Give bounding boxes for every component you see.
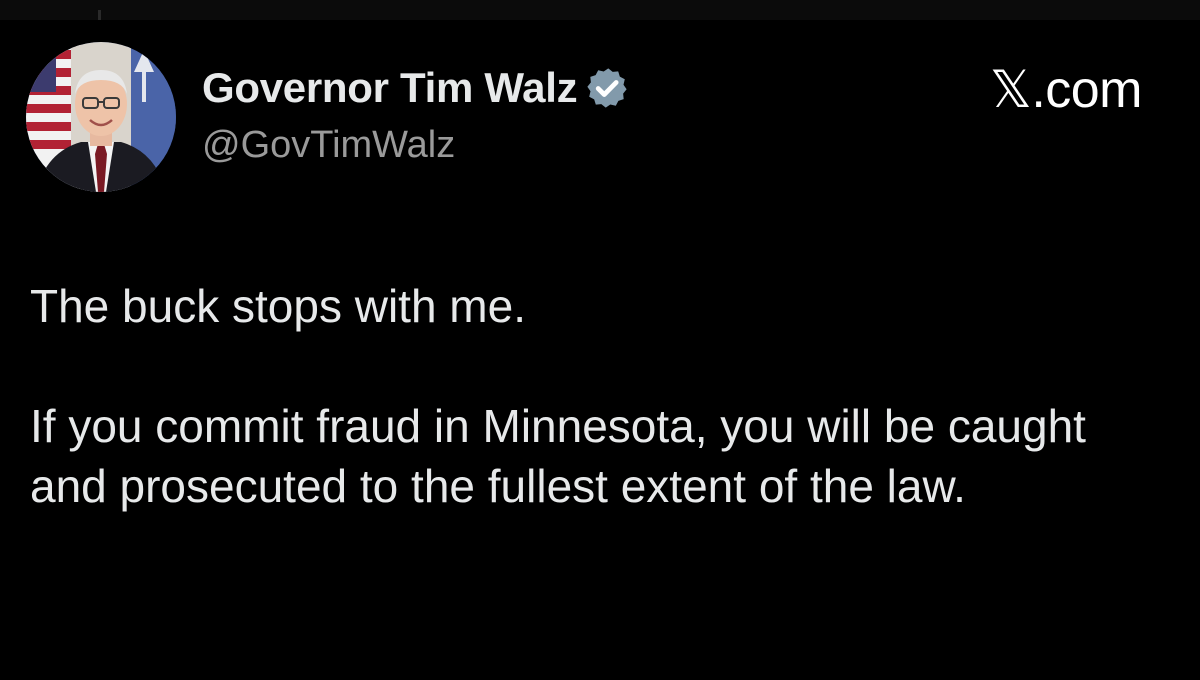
top-strip (0, 0, 1200, 20)
avatar-image (26, 42, 176, 192)
author-name-row: Governor Tim Walz (202, 64, 629, 112)
tweet-paragraph: If you commit fraud in Minnesota, you wi… (30, 400, 1086, 512)
verified-badge-icon (585, 66, 629, 110)
divider-tick (98, 10, 101, 20)
avatar[interactable] (26, 42, 176, 192)
source-brand-label: 𝕏.com (989, 61, 1143, 119)
author-display-name[interactable]: Governor Tim Walz (202, 64, 578, 112)
tweet-text: The buck stops with me. If you commit fr… (30, 276, 1170, 516)
tweet-card: Governor Tim Walz @GovTimWalz 𝕏.com The … (0, 20, 1200, 680)
author-handle[interactable]: @GovTimWalz (202, 124, 455, 167)
tweet-paragraph: The buck stops with me. (30, 280, 526, 332)
